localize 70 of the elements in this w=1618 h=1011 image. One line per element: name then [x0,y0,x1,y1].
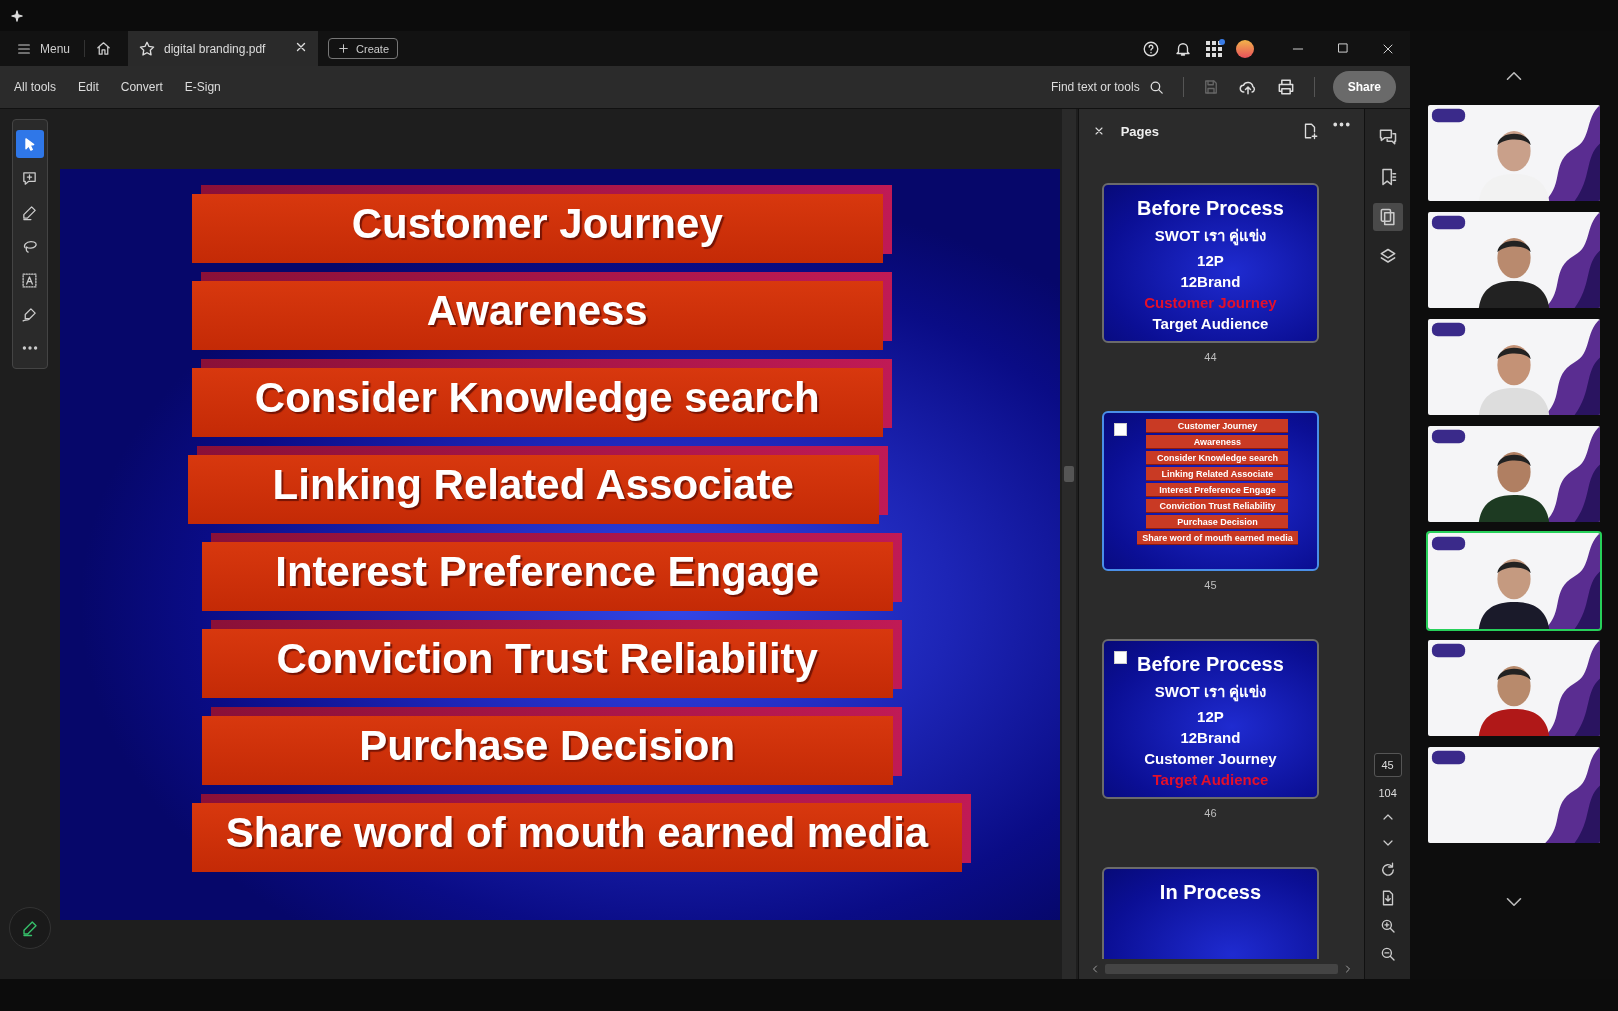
checkbox[interactable] [1113,651,1127,664]
draw-button[interactable] [8,907,51,949]
thumbnail-bar: Consider Knowledge search [1146,451,1289,465]
checkbox[interactable] [1113,423,1127,436]
thumbnail-bar: Awareness [1146,435,1289,449]
help-icon[interactable] [1142,39,1160,58]
page-number: 45 [1204,579,1217,591]
thumbnail-bar: Conviction Trust Reliability [1146,499,1289,513]
thumbnail-heading: Before Process [1137,653,1284,676]
toolbar-item[interactable]: All tools [14,80,57,94]
page-total: 104 [1378,787,1397,799]
page-thumbnail[interactable]: Customer Journey Awareness Consider Knowledge search Linking Related Associate Interest Preference Engage Conviction Trust Reliability Purchase Decision Share word of mouth earned media [1101,411,1319,571]
page-number: 46 [1204,807,1217,819]
slide-bar: Conviction Trust Reliability [201,619,902,698]
thumbnail-line: SWOT เรา คู่แข่ง [1154,226,1267,248]
document-tab[interactable]: digital branding.pdf [128,31,319,66]
slide-bar: Interest Preference Engage [201,532,902,611]
find-label[interactable]: Find text or tools [1050,80,1140,94]
thumbnail-line: Customer Journey [1144,750,1277,767]
toolbar-item[interactable]: E-Sign [184,80,221,94]
more-icon [21,346,38,350]
slide-bar: Customer Journey [191,184,892,263]
thumbnail-bar: Customer Journey [1146,419,1289,433]
thumbnail-bar: Linking Related Associate [1146,467,1289,481]
page-input[interactable]: 45 [1373,753,1402,777]
slide-bar: Awareness [191,271,892,350]
apps-icon[interactable] [1206,40,1222,57]
page-number: 44 [1204,351,1217,363]
thumbnail-line: Target Audience [1152,315,1269,332]
thumbnail-heading: Before Process [1137,197,1284,220]
comments-icon[interactable] [1377,127,1398,147]
scroll-thumb[interactable] [1104,964,1339,974]
plus-icon [337,42,351,55]
tool-button[interactable] [15,130,44,158]
pencil-icon [20,919,39,937]
thumbnail-line: SWOT เรา คู่แข่ง [1154,682,1267,704]
thumbnail-line: 12P [1197,252,1224,269]
home-icon[interactable] [95,40,113,57]
slide-bar: Consider Knowledge search [191,358,892,437]
star-icon[interactable] [138,39,157,58]
more-icon[interactable] [1333,122,1351,127]
share-button[interactable]: Share [1332,71,1396,103]
thumbnail-line: Customer Journey [1144,294,1277,311]
slide-bar: Purchase Decision [201,706,902,785]
slide-bar: Share word of mouth earned media [191,793,972,872]
scroll-thumb[interactable] [1063,466,1074,482]
thumbnail-heading: In Process [1159,881,1261,904]
page-thumbnail[interactable]: In Process [1101,867,1319,959]
thumbnail-line: Target Audience [1152,771,1269,788]
sparkle-icon[interactable] [10,8,24,23]
create-button[interactable]: Create [328,38,399,59]
thumbnail-bar: Purchase Decision [1146,515,1289,529]
sign-pen-icon [21,305,39,323]
thumbnail-line: 12P [1197,708,1224,725]
thumbnail-line: 12Brand [1180,729,1241,746]
pen-icon [21,203,39,221]
thumbnail-bar: Share word of mouth earned media [1137,531,1298,545]
avatar[interactable] [1236,39,1254,58]
thumbnail-bar: Interest Preference Engage [1146,483,1289,497]
page-thumbnail[interactable]: Before Process SWOT เรา คู่แข่ง 12P 12Brand Customer Journey Target Audience [1101,183,1319,343]
page-thumbnail[interactable]: Before Process SWOT เรา คู่แข่ง 12P 12Brand Customer Journey Target Audience [1101,639,1319,799]
thumbnail-line: 12Brand [1180,273,1241,290]
add-comment-icon [21,169,39,187]
menu-button[interactable]: Menu [8,36,79,61]
maximize-icon[interactable] [1336,40,1350,55]
panel-title: Pages [1120,123,1159,139]
text-box-icon [21,271,39,289]
slide-bar: Linking Related Associate [187,445,888,524]
toolbar-item[interactable]: Edit [78,80,99,94]
toolbar-item[interactable]: Convert [120,80,163,94]
